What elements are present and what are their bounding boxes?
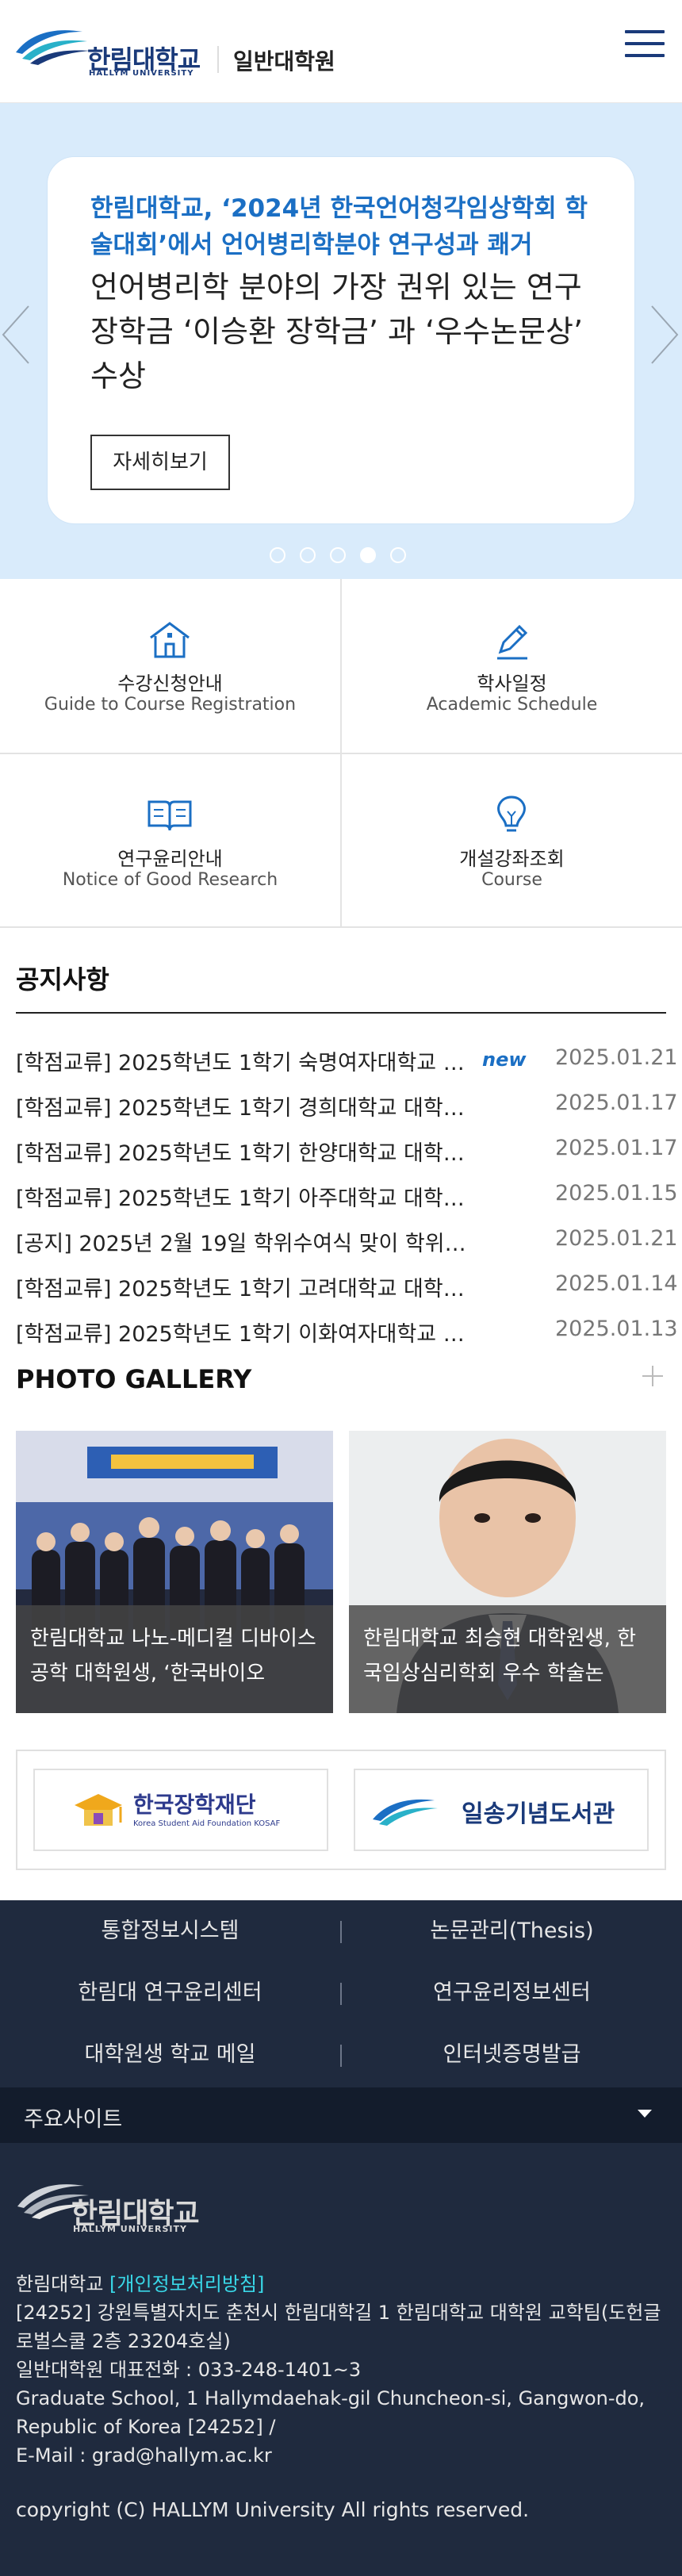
more-button[interactable]: 자세히보기 [90,435,230,490]
quick-course-lookup[interactable]: 개설강좌조회 Course [342,754,682,928]
footer-logo-subtitle: HALLYM UNIVERSITY [73,2224,187,2234]
site-name[interactable]: 일반대학원 [233,44,335,76]
quick-item-sublabel: Guide to Course Registration [44,695,297,715]
hero-text: 언어병리학 분야의 가장 권위 있는 연구장학금 ‘이승환 장학금’ 과 ‘우수… [90,270,584,393]
link-student-mail[interactable]: 대학원생 학교 메일 [0,2037,340,2068]
gallery-item[interactable]: 한림대학교 나노-메디컬 디바이스공학 대학원생, ‘한국바이오 [16,1431,333,1713]
hamburger-icon [625,30,665,33]
notice-title[interactable]: [학점교류] 2025학년도 1학기 고려대학교 대학원 학점교류 안내 [16,1271,468,1302]
hero-headline[interactable]: 한림대학교, ‘2024년 한국언어청각임상학회 학술대회’에서 언어병리학분야… [90,190,598,263]
footer-address-en: Graduate School, 1 Hallymdaehak-gil Chun… [16,2387,646,2438]
site-footer: 한림대학교 HALLYM UNIVERSITY 한림대학교 [개인정보처리방침]… [0,2143,682,2576]
quick-item-label: 학사일정 [477,673,547,695]
quick-item-sublabel: Course [481,870,542,890]
notice-title[interactable]: [학점교류] 2025학년도 1학기 경희대학교 대학원 학점교류 안내 [16,1091,468,1121]
prev-slide-arrow-icon[interactable] [0,303,32,366]
notice-item[interactable]: [학점교류] 2025학년도 1학기 숙명여자대학교 학점교류 안내 new 2… [16,1037,678,1077]
gallery-caption[interactable]: 한림대학교 나노-메디컬 디바이스공학 대학원생, ‘한국바이오 [16,1605,333,1713]
footer-email: E-Mail : grad@hallym.ac.kr [16,2444,272,2467]
quick-item-sublabel: Notice of Good Research [62,870,278,890]
link-thesis[interactable]: 논문관리(Thesis) [342,1913,682,1944]
notice-title[interactable]: [학점교류] 2025학년도 1학기 한양대학교 대학원 학점교류 안내 [16,1136,468,1167]
notice-item[interactable]: [학점교류] 2025학년도 1학기 고려대학교 대학원 학점교류 안내 202… [16,1263,678,1303]
footer-phone: 일반대학원 대표전화 : 033-248-1401~3 [16,2359,362,2381]
notice-item[interactable]: [학점교류] 2025학년도 1학기 한양대학교 대학원 학점교류 안내 202… [16,1128,678,1167]
major-sites-label: 주요사이트 [24,2107,123,2132]
slide-pagination [270,547,412,565]
notice-title[interactable]: [공지] 2025년 2월 19일 학위수여식 맞이 학위복 대여 안내 [16,1226,468,1257]
gallery-caption[interactable]: 한림대학교 최승현 대학원생, 한국임상심리학회 우수 학술논 [349,1605,666,1713]
lightbulb-icon [497,795,526,832]
quick-item-label: 연구윤리안내 [117,848,223,870]
chevron-down-icon [638,2110,652,2118]
pencil-icon [497,624,528,660]
quick-menu: 수강신청안내 Guide to Course Registration 학사일정… [0,579,682,928]
major-sites-select[interactable]: 주요사이트 [0,2087,682,2143]
notice-date: 2025.01.14 [555,1271,678,1296]
banner-library-label: 일송기념도서관 [462,1800,615,1828]
notice-item[interactable]: [학점교류] 2025학년도 1학기 이화여자대학교 학점교류 안내 2025.… [16,1309,678,1348]
notice-title[interactable]: [학점교류] 2025학년도 1학기 숙명여자대학교 학점교류 안내 [16,1045,468,1076]
notice-title[interactable]: [학점교류] 2025학년도 1학기 이화여자대학교 학점교류 안내 [16,1317,468,1347]
banner-kosaf-label: 한국장학재단 [133,1792,256,1818]
slide-dot-3[interactable] [330,547,346,563]
link-certificate[interactable]: 인터넷증명발급 [342,2037,682,2068]
menu-button[interactable] [625,30,665,65]
quick-academic-schedule[interactable]: 학사일정 Academic Schedule [342,579,682,753]
notice-date: 2025.01.13 [555,1317,678,1341]
footer-org: 한림대학교 [16,2273,104,2295]
notice-title[interactable]: [학점교류] 2025학년도 1학기 아주대학교 대학원 학점교류 안내 [16,1181,468,1212]
notice-date: 2025.01.17 [555,1136,678,1160]
quick-item-label: 수강신청안내 [117,673,223,695]
footer-links: 통합정보시스템 논문관리(Thesis) 한림대 연구윤리센터 연구윤리정보센터… [0,1900,682,2087]
gallery-section-title[interactable]: PHOTO GALLERY [16,1364,251,1394]
link-integrated-info[interactable]: 통합정보시스템 [0,1913,340,1944]
notice-item[interactable]: [공지] 2025년 2월 19일 학위수여식 맞이 학위복 대여 안내 202… [16,1218,678,1258]
quick-research-ethics[interactable]: 연구윤리안내 Notice of Good Research [0,754,340,928]
banner-kosaf[interactable]: 한국장학재단 Korea Student Aid Foundation KOSA… [33,1769,328,1851]
notice-item[interactable]: [학점교류] 2025학년도 1학기 경희대학교 대학원 학점교류 안내 202… [16,1083,678,1122]
book-icon [148,800,192,831]
notice-divider [16,1012,666,1014]
link-research-ethics-info[interactable]: 연구윤리정보센터 [342,1975,682,2006]
new-badge: new [482,1048,527,1071]
logo-divider [217,46,219,73]
notice-date: 2025.01.21 [555,1226,678,1251]
link-research-ethics-center[interactable]: 한림대 연구윤리센터 [0,1975,340,2006]
quick-item-sublabel: Academic Schedule [426,695,598,715]
plus-icon[interactable] [641,1364,665,1388]
slide-dot-1[interactable] [270,547,285,563]
copyright: copyright (C) HALLYM University All righ… [16,2498,530,2521]
next-slide-arrow-icon[interactable] [649,303,680,366]
quick-item-label: 개설강좌조회 [459,848,565,870]
notice-section-title[interactable]: 공지사항 [16,960,109,996]
slide-dot-2[interactable] [300,547,316,563]
slide-dot-4[interactable] [360,547,376,563]
partner-banners: 한국장학재단 Korea Student Aid Foundation KOSA… [16,1750,666,1870]
gallery-item[interactable]: 한림대학교 최승현 대학원생, 한국임상심리학회 우수 학술논 [349,1431,666,1713]
privacy-policy-link[interactable]: [개인정보처리방침] [109,2273,264,2295]
notice-date: 2025.01.17 [555,1091,678,1115]
footer-address-ko: [24252] 강원특별자치도 춘천시 한림대학길 1 한림대학교 대학원 교학… [16,2302,661,2352]
banner-kosaf-sub: Korea Student Aid Foundation KOSAF [133,1819,281,1828]
notice-date: 2025.01.15 [555,1181,678,1206]
notice-item[interactable]: [학점교류] 2025학년도 1학기 아주대학교 대학원 학점교류 안내 202… [16,1173,678,1213]
footer-org-line: 한림대학교 [개인정보처리방침] [16,2270,666,2298]
banner-library[interactable]: 일송기념도서관 [354,1769,649,1851]
slide-dot-5[interactable] [390,547,406,563]
quick-course-registration[interactable]: 수강신청안내 Guide to Course Registration [0,579,340,753]
hero-card[interactable]: 한림대학교, ‘2024년 한국언어청각임상학회 학술대회’에서 언어병리학분야… [48,157,634,523]
building-icon [150,622,190,658]
logo-subtitle: HALLYM UNIVERSITY [89,69,194,78]
notice-date: 2025.01.21 [555,1045,678,1070]
hero-slider: 한림대학교, ‘2024년 한국언어청각임상학회 학술대회’에서 언어병리학분야… [0,103,682,579]
site-header: 한림대학교 HALLYM UNIVERSITY 일반대학원 [0,0,682,103]
